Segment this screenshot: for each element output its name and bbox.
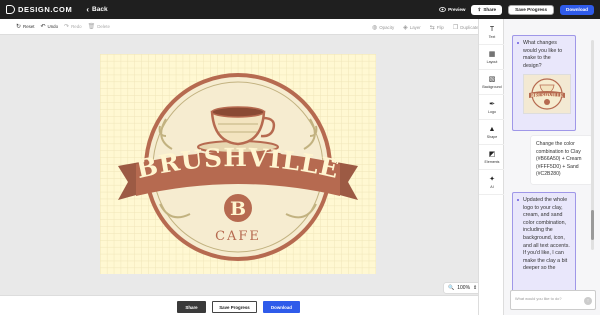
user-message: Change the color combination to Clay (#B… <box>531 136 592 184</box>
shape-icon: ▲ <box>488 126 496 133</box>
duplicate-button[interactable]: ❐ Duplicate <box>453 24 479 31</box>
reset-button[interactable]: ↻ Reset <box>16 23 35 30</box>
sidebar-label: Text <box>488 35 496 39</box>
layer-button[interactable]: ◈ Layer <box>403 24 421 31</box>
sidebar-label: Layout <box>486 60 498 64</box>
zoom-control[interactable]: 🔍 100% ⇕ <box>444 283 482 293</box>
message-text: Updated the whole logo to your clay, cre… <box>523 197 570 272</box>
download-button-top[interactable]: Download <box>560 4 594 15</box>
back-button[interactable]: ‹ Back <box>86 5 107 14</box>
logo-thumbnail-image: BRUSHVILLE <box>529 78 565 110</box>
opacity-icon: ◍ <box>372 24 378 31</box>
flip-label: Flip <box>436 24 444 30</box>
layer-icon: ◈ <box>403 24 408 31</box>
delete-button[interactable]: 🗑 Delete <box>88 23 110 30</box>
logo-text: DESIGN.COM <box>18 5 73 14</box>
elements-icon: ◩ <box>488 151 496 158</box>
preview-button[interactable]: Preview <box>439 7 465 12</box>
eye-icon <box>439 7 446 12</box>
chat-input[interactable]: What would you like to do? ↑ <box>510 290 596 310</box>
redo-label: Redo <box>71 24 82 29</box>
sidebar-item-background[interactable]: ▧ Background <box>479 71 505 95</box>
canvas-area: BRUSHVILLE B CAFE <box>0 35 478 295</box>
duplicate-label: Duplicate <box>460 24 479 30</box>
sidebar-label: Background <box>482 85 502 89</box>
text-icon: T <box>489 26 495 33</box>
logo[interactable]: DESIGN.COM <box>6 5 72 14</box>
sidebar-item-ai[interactable]: ✦ AI <box>479 171 505 195</box>
scrollbar-thumb[interactable] <box>591 210 594 240</box>
bottom-action-bar: Share Save Progress Download <box>0 295 478 315</box>
sidebar-label: Elements <box>484 160 500 164</box>
undo-label: Undo <box>47 24 59 29</box>
duplicate-icon: ❐ <box>452 24 459 31</box>
sidebar-item-layout[interactable]: ▦ Layout <box>479 46 505 70</box>
logo-thumbnail[interactable]: BRUSHVILLE <box>523 74 571 115</box>
cafe-logo[interactable]: BRUSHVILLE B CAFE <box>100 54 376 274</box>
flip-icon: ⇆ <box>429 24 435 31</box>
background-icon: ▧ <box>488 76 496 83</box>
preview-label: Preview <box>448 7 466 12</box>
opacity-button[interactable]: ◍ Opacity <box>372 24 394 31</box>
design-logo-icon <box>6 5 15 14</box>
initial-text: B <box>230 198 246 220</box>
assistant-message: Updated the whole logo to your clay, cre… <box>512 192 576 302</box>
send-icon[interactable]: ↑ <box>584 297 592 305</box>
zoom-icon: 🔍 <box>448 285 455 291</box>
ai-chat-panel: What changes would you like to make to t… <box>504 19 600 315</box>
sidebar-label: AI <box>490 185 494 189</box>
ai-sparkle-icon: ✦ <box>489 176 495 183</box>
logo-icon: ✒ <box>489 101 495 108</box>
layer-label: Layer <box>409 24 421 30</box>
chat-input-placeholder: What would you like to do? <box>515 296 562 301</box>
flip-button[interactable]: ⇆ Flip <box>430 24 444 31</box>
chevron-left-icon: ‹ <box>86 5 90 14</box>
sidebar-item-elements[interactable]: ◩ Elements <box>479 146 505 170</box>
sidebar-item-logo[interactable]: ✒ Logo <box>479 96 505 120</box>
sidebar-label: Logo <box>488 110 496 114</box>
share-button-top[interactable]: ⇪ Share <box>471 4 503 15</box>
back-label: Back <box>92 6 108 13</box>
share-icon: ⇪ <box>477 6 482 12</box>
redo-button[interactable]: ↷ Redo <box>64 23 82 30</box>
trash-icon: 🗑 <box>87 24 96 30</box>
share-label: Share <box>483 7 497 12</box>
top-bar: DESIGN.COM ‹ Back Preview ⇪ Share Save P… <box>0 0 600 19</box>
message-text: What changes would you like to make to t… <box>523 40 563 69</box>
sidebar-item-shape[interactable]: ▲ Shape <box>479 121 505 145</box>
assistant-message: What changes would you like to make to t… <box>512 35 576 131</box>
share-button[interactable]: Share <box>177 301 206 313</box>
sidebar-label: Shape <box>486 135 498 139</box>
sidebar-item-text[interactable]: T Text <box>479 21 505 45</box>
assistant-dot-icon <box>517 199 519 201</box>
opacity-label: Opacity <box>379 24 395 30</box>
zoom-stepper-icon[interactable]: ⇕ <box>473 285 477 291</box>
undo-icon: ↶ <box>40 24 46 30</box>
reset-icon: ↻ <box>16 24 22 30</box>
reset-label: Reset <box>23 24 35 29</box>
undo-button[interactable]: ↶ Undo <box>41 23 59 30</box>
zoom-level: 100% <box>457 285 471 291</box>
save-progress-button[interactable]: Save Progress <box>212 301 257 313</box>
message-text: Change the color combination to Clay (#B… <box>536 141 582 178</box>
thumbnail-brand-text: BRUSHVILLE <box>531 93 563 98</box>
assistant-dot-icon <box>517 42 519 44</box>
download-button[interactable]: Download <box>263 301 300 313</box>
redo-icon: ↷ <box>64 24 70 30</box>
delete-label: Delete <box>97 24 110 29</box>
chat-scrollbar[interactable] <box>591 30 594 260</box>
save-progress-button-top[interactable]: Save Progress <box>508 4 555 15</box>
layout-icon: ▦ <box>488 51 496 58</box>
tool-sidebar: T Text ▦ Layout ▧ Background ✒ Logo ▲ Sh… <box>478 19 505 315</box>
design-artboard[interactable]: BRUSHVILLE B CAFE <box>100 54 376 274</box>
tagline-text: CAFE <box>215 229 261 244</box>
